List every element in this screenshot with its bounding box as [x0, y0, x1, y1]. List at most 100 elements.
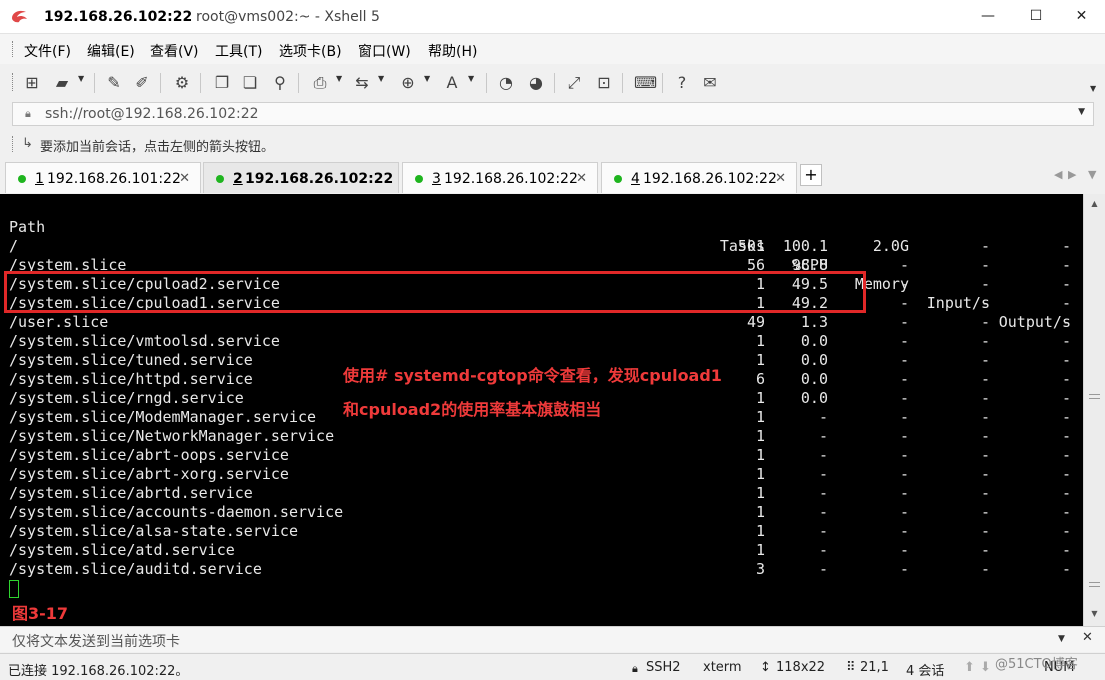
- terminal-scrollbar[interactable]: ▲ ▼: [1083, 194, 1105, 626]
- cell-out: -: [1061, 351, 1071, 369]
- menu-help[interactable]: 帮助(H): [428, 41, 477, 61]
- watermark: @51CTO博客: [995, 657, 1078, 672]
- tab-close-icon[interactable]: ✕: [775, 171, 786, 186]
- menu-view[interactable]: 查看(V): [150, 41, 199, 61]
- status-scroll-up-icon[interactable]: ⬆: [964, 660, 975, 675]
- address-input[interactable]: ssh://root@192.168.26.102:22: [45, 106, 259, 122]
- add-session-arrow-icon[interactable]: ↳: [22, 136, 33, 151]
- address-dropdown-icon[interactable]: ▼: [1078, 107, 1085, 117]
- cell-out: -: [1061, 389, 1071, 407]
- font-dropdown-icon[interactable]: ▼: [468, 74, 474, 83]
- font-icon[interactable]: A: [442, 73, 462, 93]
- scroll-up-icon[interactable]: ▲: [1084, 196, 1105, 212]
- cell-mem: 2.0G: [872, 237, 909, 255]
- cell-tasks: 501: [737, 237, 765, 255]
- address-bar[interactable]: 🔒︎ ssh://root@192.168.26.102:22 ▼: [12, 102, 1094, 126]
- scroll-down-icon[interactable]: ▼: [1084, 606, 1105, 622]
- copy-icon[interactable]: ❐: [212, 73, 232, 93]
- toolbar-separator: [160, 73, 161, 93]
- menu-tools[interactable]: 工具(T): [215, 41, 262, 61]
- scroll-grip[interactable]: [1089, 582, 1100, 587]
- minimize-button[interactable]: —: [968, 0, 1008, 33]
- scroll-thumb-grip[interactable]: [1089, 394, 1100, 399]
- tab-close-icon[interactable]: ✕: [576, 171, 587, 186]
- close-button[interactable]: ✕: [1058, 0, 1105, 33]
- cell-path: /system.slice/vmtoolsd.service: [9, 332, 280, 350]
- cell-path: /system.slice/abrt-oops.service: [9, 446, 289, 464]
- window-title: root@vms002:~ - Xshell 5: [196, 9, 380, 25]
- find-icon[interactable]: ⚲: [270, 73, 290, 93]
- cell-mem: -: [899, 427, 909, 445]
- status-sessions: 4 会话: [906, 664, 945, 679]
- terminal-header-row: Path Tasks %CPU Memory Input/s Output/s: [0, 199, 1083, 331]
- cell-mem: -: [899, 370, 909, 388]
- cell-tasks: 1: [755, 351, 765, 369]
- menu-tab[interactable]: 选项卡(B): [279, 41, 342, 61]
- cell-mem: -: [899, 522, 909, 540]
- transfer-icon[interactable]: ⇆: [352, 73, 372, 93]
- status-position: 21,1: [860, 660, 889, 675]
- properties-icon[interactable]: ⚙: [172, 73, 192, 93]
- cell-tasks: 6: [755, 370, 765, 388]
- cell-cpu: -: [818, 522, 828, 540]
- chat-icon[interactable]: ✉: [700, 73, 720, 93]
- cell-tasks: 1: [755, 427, 765, 445]
- print-icon[interactable]: ⎙: [310, 73, 330, 93]
- title-bar: 192.168.26.102:22 root@vms002:~ - Xshell…: [0, 0, 1105, 34]
- paste-icon[interactable]: ❏: [240, 73, 260, 93]
- send-dropdown-icon[interactable]: ▼: [1058, 634, 1065, 644]
- status-connection: 已连接 192.168.26.102:22。: [8, 664, 189, 679]
- send-close-icon[interactable]: ✕: [1082, 630, 1093, 645]
- cell-mem: -: [899, 503, 909, 521]
- maximize-button[interactable]: ☐: [1016, 0, 1056, 33]
- new-session-icon[interactable]: ⊞: [22, 73, 42, 93]
- tab-scroll-left-icon[interactable]: ◀: [1054, 168, 1062, 181]
- cell-tasks: 1: [755, 408, 765, 426]
- hint-grip[interactable]: [12, 136, 13, 152]
- status-scroll-down-icon[interactable]: ⬇: [980, 660, 991, 675]
- help-icon[interactable]: ?: [672, 73, 692, 93]
- lock-icon[interactable]: ⊡: [594, 73, 614, 93]
- tab-session-1[interactable]: 1 192.168.26.101:22 ✕: [5, 162, 201, 193]
- cell-in: -: [980, 389, 990, 407]
- tab-session-4[interactable]: 4 192.168.26.102:22 ✕: [601, 162, 797, 193]
- tab-scroll-right-icon[interactable]: ▶: [1068, 168, 1076, 181]
- cell-path: /system.slice/auditd.service: [9, 560, 262, 578]
- tab-close-icon[interactable]: ✕: [179, 171, 190, 186]
- globe-icon[interactable]: ⊕: [398, 73, 418, 93]
- menu-file[interactable]: 文件(F): [24, 41, 71, 61]
- tab-list-icon[interactable]: ▼: [1088, 168, 1096, 181]
- cell-cpu: 0.0: [800, 389, 828, 407]
- globe-dropdown-icon[interactable]: ▼: [424, 74, 430, 83]
- tab-session-3[interactable]: 3 192.168.26.102:22 ✕: [402, 162, 598, 193]
- keyboard-icon[interactable]: ⌨: [634, 73, 657, 93]
- xftp-icon[interactable]: ◔: [496, 73, 516, 93]
- terminal[interactable]: Path Tasks %CPU Memory Input/s Output/s …: [0, 194, 1083, 626]
- open-dropdown-icon[interactable]: ▼: [78, 74, 84, 83]
- fullscreen-icon[interactable]: ⤢: [564, 73, 584, 93]
- terminal-cursor: [9, 580, 19, 598]
- tab-session-2[interactable]: 2 192.168.26.102:22: [203, 162, 399, 193]
- cell-in: -: [980, 294, 990, 312]
- toolbar-grip[interactable]: [12, 73, 13, 91]
- menu-window[interactable]: 窗口(W): [358, 41, 411, 61]
- open-folder-icon[interactable]: ▰: [52, 73, 72, 93]
- xshell-icon[interactable]: ◕: [526, 73, 546, 93]
- menu-grip[interactable]: [12, 41, 14, 57]
- annotation-line-1: 使用# systemd-cgtop命令查看，发现cpuload1: [343, 366, 722, 385]
- cell-mem: -: [899, 389, 909, 407]
- disconnect-icon[interactable]: ✐: [132, 73, 152, 93]
- header-path: Path: [9, 218, 46, 236]
- cell-mem: -: [899, 484, 909, 502]
- reconnect-icon[interactable]: ✎: [104, 73, 124, 93]
- transfer-dropdown-icon[interactable]: ▼: [378, 74, 384, 83]
- cell-cpu: 0.0: [800, 351, 828, 369]
- menu-edit[interactable]: 编辑(E): [87, 41, 135, 61]
- print-dropdown-icon[interactable]: ▼: [336, 74, 342, 83]
- toolbar-overflow-icon[interactable]: ▼: [1090, 84, 1096, 93]
- cell-in: -: [980, 332, 990, 350]
- send-input[interactable]: 仅将文本发送到当前选项卡: [12, 631, 180, 651]
- cell-cpu: -: [818, 503, 828, 521]
- terminal-row: /system.slice/abrtd.service 1 - - - -: [0, 484, 1083, 503]
- add-tab-button[interactable]: +: [800, 164, 822, 186]
